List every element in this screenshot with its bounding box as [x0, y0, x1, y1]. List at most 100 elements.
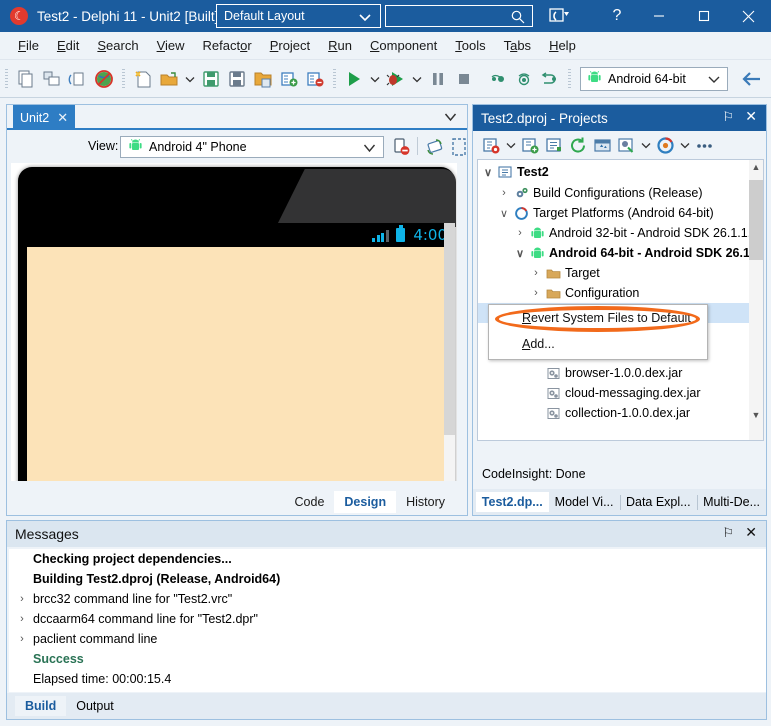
close-icon[interactable]: ✕ [745, 108, 757, 125]
expander-icon[interactable]: › [496, 187, 512, 199]
close-icon[interactable]: ✕ [57, 110, 68, 126]
run-with-debug-icon[interactable] [383, 66, 409, 92]
search-input[interactable] [385, 5, 533, 27]
message-row-success[interactable]: Success [9, 649, 766, 669]
device-view-combo[interactable]: Android 4" Phone [120, 136, 384, 158]
message-row[interactable]: › brcc32 command line for "Test2.vrc" [9, 589, 766, 609]
show-frame-icon[interactable] [449, 137, 469, 157]
menu-file[interactable]: File [9, 35, 48, 56]
tree-item-collection-jar[interactable]: collection-1.0.0.dex.jar [544, 403, 690, 423]
tree-item-cloud-messaging-jar[interactable]: cloud-messaging.dex.jar [544, 383, 701, 403]
open-dropdown-caret[interactable] [182, 66, 198, 92]
remove-from-project-icon[interactable] [302, 66, 328, 92]
tree-item-browser-jar[interactable]: browser-1.0.0.dex.jar [544, 363, 682, 383]
context-menu-item-add[interactable]: Add... [489, 331, 707, 357]
menu-tabs[interactable]: Tabs [495, 35, 540, 56]
delete-view-icon[interactable] [392, 137, 412, 157]
open-project-icon[interactable] [156, 66, 182, 92]
tree-item-test2[interactable]: ∨ Test2 [480, 162, 549, 182]
context-menu[interactable]: Revert System Files to Default Add... [488, 304, 708, 360]
debug-dropdown-caret[interactable] [409, 66, 425, 92]
build-options-icon[interactable] [614, 133, 638, 157]
target-dropdown-caret[interactable] [677, 133, 692, 157]
tree-item-configuration[interactable]: › Configuration [528, 283, 639, 303]
help-button[interactable]: ? [600, 4, 634, 28]
toolbar-grip-3[interactable] [333, 69, 336, 89]
new-item-icon[interactable] [130, 66, 156, 92]
menu-help[interactable]: Help [540, 35, 585, 56]
menu-edit[interactable]: Edit [48, 35, 88, 56]
menu-view[interactable]: View [148, 35, 194, 56]
expander-icon[interactable]: ∨ [496, 207, 512, 220]
context-menu-item-revert-system-files[interactable]: Revert System Files to Default [489, 305, 707, 331]
rotate-view-icon[interactable] [425, 137, 445, 157]
tree-item-android-32bit[interactable]: › Android 32-bit - Android SDK 26.1.1... [512, 223, 758, 243]
minimize-button[interactable] [636, 0, 681, 32]
stop-icon[interactable] [451, 66, 477, 92]
copy-file-icon[interactable] [65, 66, 91, 92]
tab-output[interactable]: Output [66, 696, 124, 716]
save-icon[interactable] [198, 66, 224, 92]
no-internet-icon[interactable] [91, 66, 117, 92]
tab-code[interactable]: Code [285, 491, 335, 513]
menu-tools[interactable]: Tools [446, 35, 494, 56]
scroll-up-icon[interactable]: ▲ [749, 162, 763, 178]
menu-search[interactable]: Search [88, 35, 147, 56]
messages-list[interactable]: Checking project dependencies... Buildin… [9, 549, 766, 692]
scrollbar-thumb[interactable] [749, 180, 763, 260]
message-row[interactable]: Building Test2.dproj (Release, Android64… [9, 569, 766, 589]
tree-item-target[interactable]: › Target [528, 263, 600, 283]
menu-run[interactable]: Run [319, 35, 361, 56]
new-dropdown-caret[interactable] [503, 133, 518, 157]
expander-icon[interactable]: › [13, 633, 31, 645]
save-all-icon[interactable] [250, 66, 276, 92]
tab-history[interactable]: History [396, 491, 455, 513]
message-row[interactable]: Checking project dependencies... [9, 549, 766, 569]
pin-icon[interactable]: ⚐ [722, 525, 734, 541]
tab-unit2[interactable]: Unit2 ✕ [13, 105, 75, 130]
open-file-icon[interactable] [13, 66, 39, 92]
tree-item-build-configurations[interactable]: › Build Configurations (Release) [496, 183, 703, 203]
pin-icon[interactable]: ⚐ [722, 109, 734, 125]
toolbar-grip[interactable] [5, 69, 8, 89]
tab-design[interactable]: Design [334, 491, 396, 513]
tree-item-target-platforms[interactable]: ∨ Target Platforms (Android 64-bit) [496, 203, 714, 223]
expander-icon[interactable]: › [13, 593, 31, 605]
expander-icon[interactable]: › [528, 267, 544, 279]
message-row[interactable]: › dccaarm64 command line for "Test2.dpr" [9, 609, 766, 629]
back-arrow-icon[interactable] [738, 66, 764, 92]
form-surface[interactable] [27, 247, 446, 481]
maximize-button[interactable] [681, 0, 726, 32]
new-project-icon[interactable] [479, 133, 503, 157]
message-row[interactable]: › paclient command line [9, 629, 766, 649]
menu-component[interactable]: Component [361, 35, 446, 56]
expander-icon[interactable]: ∨ [512, 247, 528, 260]
scroll-down-icon[interactable]: ▼ [749, 410, 763, 426]
step-over-icon[interactable] [511, 66, 537, 92]
target-icon[interactable] [653, 133, 677, 157]
designer-vertical-scrollbar[interactable] [444, 223, 455, 481]
more-options-icon[interactable] [692, 133, 716, 157]
run-dropdown-caret[interactable] [367, 66, 383, 92]
toolbar-grip-2[interactable] [122, 69, 125, 89]
message-row[interactable]: Elapsed time: 00:00:15.4 [9, 669, 766, 689]
tab-list-caret-icon[interactable] [443, 109, 458, 127]
tab-data-explorer[interactable]: Data Expl... [620, 492, 697, 512]
add-to-project-icon[interactable] [276, 66, 302, 92]
expander-icon[interactable]: › [512, 227, 528, 239]
expander-icon[interactable]: ∨ [480, 166, 496, 179]
pause-icon[interactable] [425, 66, 451, 92]
refresh-icon[interactable] [566, 133, 590, 157]
add-file-icon[interactable] [518, 133, 542, 157]
tab-test2-dproj[interactable]: Test2.dp... [476, 492, 549, 512]
tab-multi-device[interactable]: Multi-De... [697, 492, 766, 512]
build-group-icon[interactable] [590, 133, 614, 157]
tab-model-view[interactable]: Model Vi... [549, 492, 620, 512]
toolbar-grip-4[interactable] [568, 69, 571, 89]
tree-item-android-64bit[interactable]: ∨ Android 64-bit - Android SDK 26.1... [512, 243, 760, 263]
close-icon[interactable]: ✕ [745, 524, 757, 541]
menu-refactor[interactable]: Refactor [194, 35, 261, 56]
close-button[interactable] [726, 0, 771, 32]
run-to-cursor-icon[interactable] [537, 66, 563, 92]
menu-project[interactable]: Project [261, 35, 319, 56]
